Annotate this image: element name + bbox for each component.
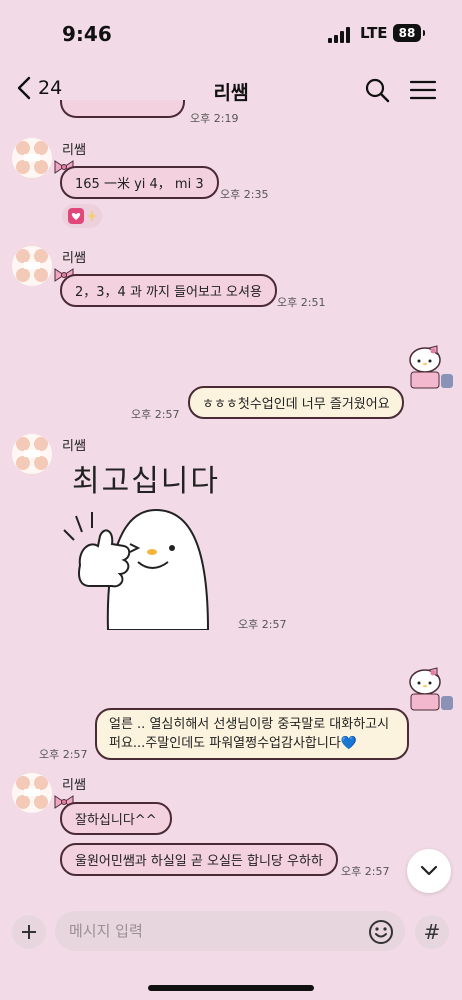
message-bubble[interactable]: 울원어민쌤과 하실일 곧 오실든 합니당 우하하 xyxy=(60,843,338,876)
sticker-message[interactable]: 최고십니다 xyxy=(60,452,230,632)
sticker-text: 최고십니다 xyxy=(72,464,220,499)
message-bubble[interactable]: 잘하십니다^^ xyxy=(60,802,172,835)
message-time: 오후 2:19 xyxy=(190,112,239,125)
message-time: 오후 2:57 xyxy=(238,618,287,631)
message-bubble[interactable]: 2，3，4 과 까지 들어보고 오셔용 xyxy=(60,274,277,307)
avatar[interactable] xyxy=(12,773,52,813)
message-bubble[interactable]: 165 一米 yi 4， mi 3 xyxy=(60,166,219,199)
reaction-badge[interactable] xyxy=(62,204,102,228)
scroll-to-bottom-button[interactable] xyxy=(407,849,451,893)
avatar[interactable] xyxy=(12,434,52,474)
hashtag-button[interactable]: # xyxy=(415,915,449,949)
previous-message-bubble xyxy=(60,100,185,118)
sender-name: 리쌤 xyxy=(62,251,86,266)
status-bar: 9:46 LTE 88 xyxy=(0,0,462,60)
message-time: 오후 2:35 xyxy=(220,188,269,201)
search-icon[interactable] xyxy=(364,77,390,103)
avatar-image xyxy=(16,249,48,282)
network-label: LTE xyxy=(360,24,388,42)
message-time: 오후 2:57 xyxy=(341,865,390,878)
message-time: 오후 2:57 xyxy=(39,748,88,761)
status-time: 9:46 xyxy=(62,22,112,46)
avatar-image xyxy=(16,776,48,809)
chevron-down-icon xyxy=(420,865,438,876)
avatar[interactable] xyxy=(12,246,52,286)
hello-kitty-sticker xyxy=(409,345,453,389)
avatar[interactable] xyxy=(12,138,52,178)
plus-icon xyxy=(22,925,36,939)
add-attachment-button[interactable] xyxy=(12,915,46,949)
message-input-bar: # xyxy=(0,905,462,960)
message-time: 오후 2:57 xyxy=(131,408,180,421)
message-time: 오후 2:51 xyxy=(277,296,326,309)
battery-icon: 88 xyxy=(393,24,425,42)
signal-icon xyxy=(328,27,352,43)
avatar-image xyxy=(16,141,48,174)
sender-name: 리쌤 xyxy=(62,143,86,158)
home-indicator xyxy=(148,985,314,991)
avatar-image xyxy=(16,437,48,470)
hashtag-icon: # xyxy=(423,920,441,944)
menu-icon[interactable] xyxy=(410,80,436,100)
message-input[interactable] xyxy=(55,911,405,951)
sparkle-icon xyxy=(87,210,97,222)
my-message-bubble[interactable]: 얼른 .. 열심히해서 선생님이랑 중국말로 대화하고시퍼요...주말인데도 파… xyxy=(95,708,409,760)
ghost-thumbs-up-sticker xyxy=(63,508,210,630)
sender-name: 리쌤 xyxy=(62,778,86,793)
emoji-icon[interactable] xyxy=(368,919,394,945)
heart-icon xyxy=(68,208,84,224)
hello-kitty-sticker xyxy=(409,667,453,711)
my-message-bubble[interactable]: ㅎㅎㅎ첫수업인데 너무 즐거웠어요 xyxy=(188,386,404,419)
